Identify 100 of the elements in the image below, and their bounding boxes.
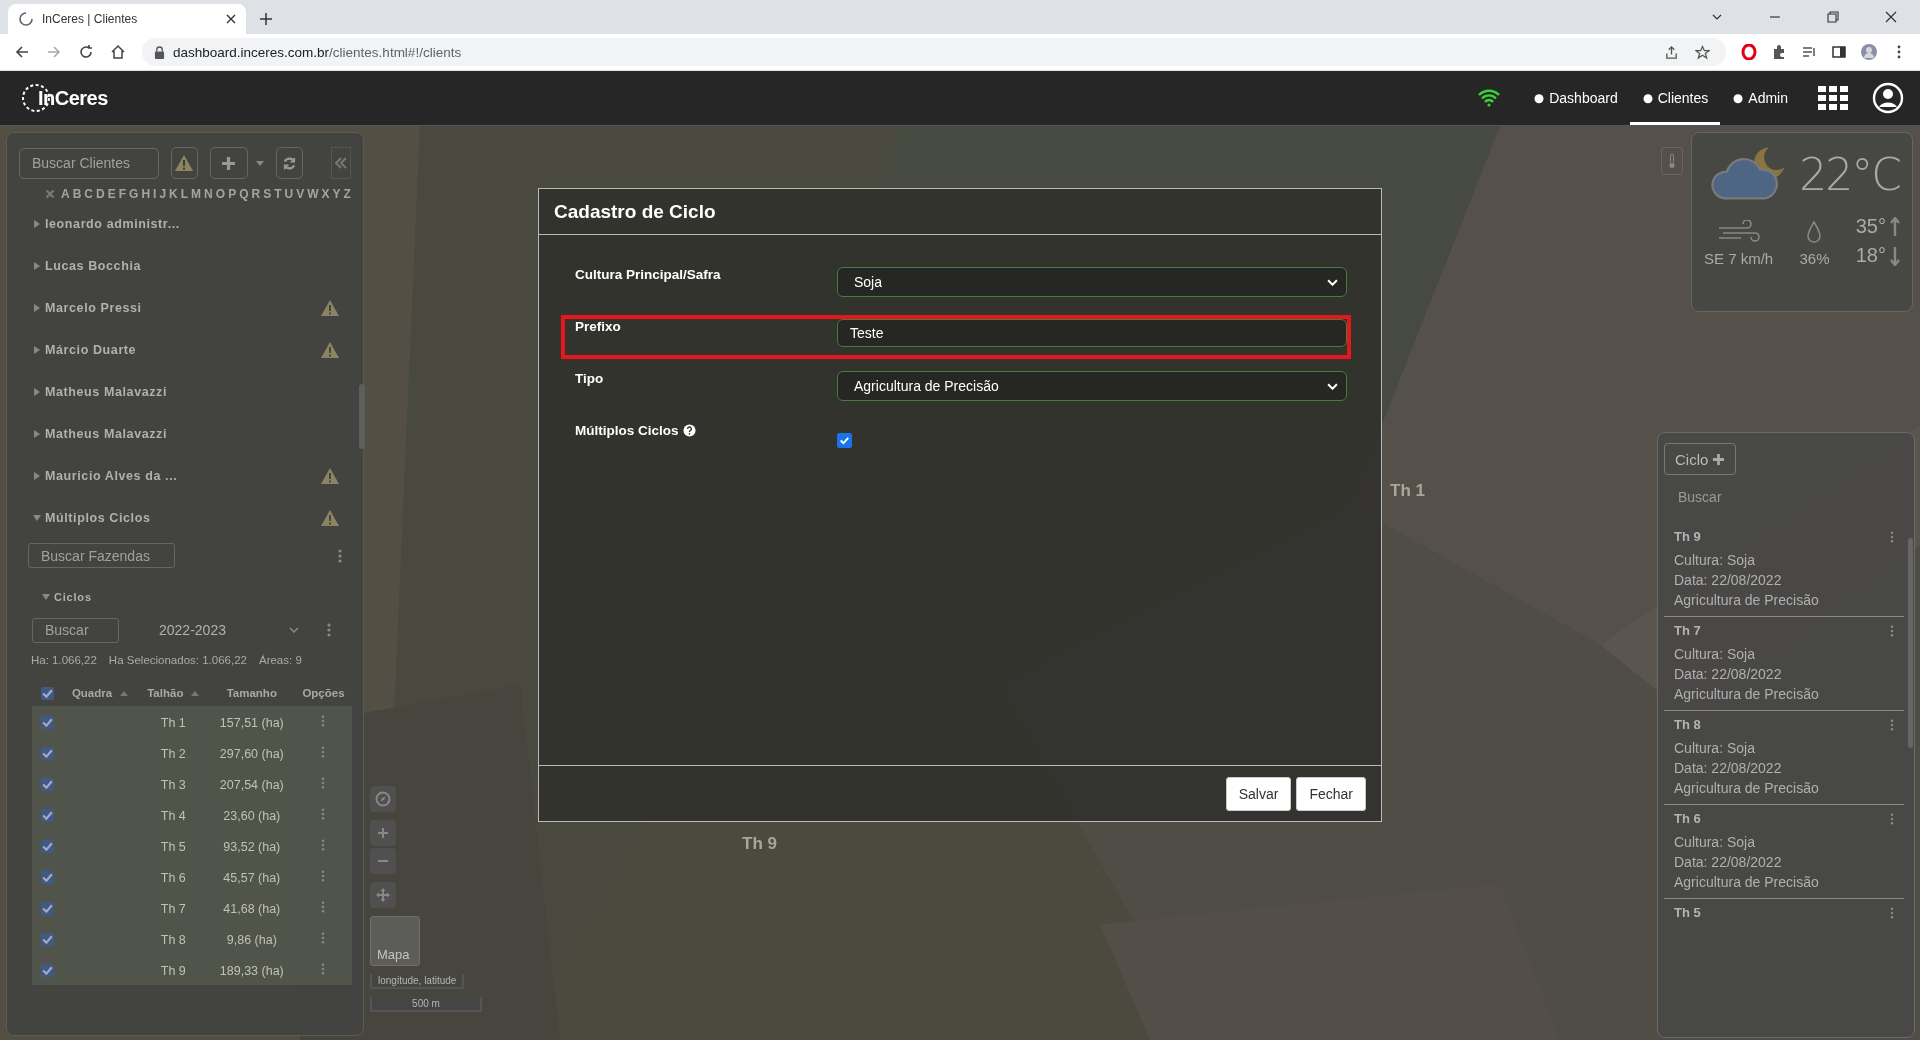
letter-link[interactable]: G bbox=[129, 187, 139, 201]
farm-search-field[interactable]: Buscar Fazendas bbox=[28, 543, 175, 568]
column-header[interactable]: Tamanho bbox=[226, 687, 277, 699]
kebab-icon[interactable] bbox=[321, 931, 326, 944]
letter-link[interactable]: R bbox=[251, 187, 261, 201]
kebab-icon[interactable] bbox=[1890, 530, 1894, 543]
letter-link[interactable]: N bbox=[204, 187, 213, 201]
letter-link[interactable]: Z bbox=[343, 187, 351, 201]
letter-link[interactable]: T bbox=[274, 187, 282, 201]
kebab-icon[interactable] bbox=[321, 714, 326, 727]
help-icon[interactable] bbox=[682, 424, 696, 437]
row-checkbox[interactable] bbox=[40, 777, 54, 791]
close-icon[interactable] bbox=[226, 14, 236, 24]
row-checkbox[interactable] bbox=[40, 963, 54, 977]
kebab-icon[interactable] bbox=[321, 900, 326, 913]
letter-link[interactable]: W bbox=[307, 187, 319, 201]
clear-icon[interactable] bbox=[45, 189, 55, 199]
cycle-detail: Data: 22/08/2022 bbox=[1674, 760, 1783, 776]
dialog-button[interactable]: Fechar bbox=[1296, 776, 1366, 811]
kebab-icon[interactable] bbox=[321, 776, 326, 789]
app-logo[interactable]: InCeres bbox=[38, 86, 108, 110]
search-field[interactable]: Buscar bbox=[32, 617, 119, 643]
cycle-title[interactable]: Th 5 bbox=[1674, 905, 1701, 920]
new-tab-icon[interactable] bbox=[260, 13, 272, 25]
cycle-title[interactable]: Th 9 bbox=[1674, 529, 1701, 544]
letter-link[interactable]: H bbox=[141, 187, 151, 201]
thermometer-button[interactable] bbox=[1661, 147, 1683, 175]
cycle-title[interactable]: Th 6 bbox=[1674, 811, 1701, 826]
row-checkbox[interactable] bbox=[40, 746, 54, 760]
letter-link[interactable]: D bbox=[96, 187, 105, 201]
kebab-icon[interactable] bbox=[1890, 718, 1894, 731]
row-checkbox[interactable] bbox=[40, 808, 54, 822]
kebab-icon[interactable] bbox=[1890, 812, 1894, 825]
letter-link[interactable]: I bbox=[153, 187, 157, 201]
warning-button[interactable] bbox=[171, 147, 198, 179]
add-cycle-button[interactable]: Ciclo bbox=[1664, 443, 1737, 475]
column-header[interactable]: Opções bbox=[302, 687, 345, 699]
letter-link[interactable]: Q bbox=[239, 187, 249, 201]
caret-icon[interactable] bbox=[256, 160, 264, 166]
kebab-icon[interactable] bbox=[321, 807, 326, 820]
kebab-icon[interactable] bbox=[321, 745, 326, 758]
row-checkbox[interactable] bbox=[40, 715, 54, 729]
kebab-icon[interactable] bbox=[1890, 906, 1894, 919]
nav-link[interactable]: Dashboard bbox=[1521, 71, 1630, 125]
refresh-button[interactable] bbox=[276, 147, 303, 179]
kebab-icon[interactable] bbox=[338, 548, 342, 563]
letter-link[interactable]: K bbox=[169, 187, 178, 201]
text-field[interactable]: Teste bbox=[837, 319, 1347, 347]
letter-link[interactable]: B bbox=[72, 187, 82, 201]
dialog-title: Cadastro de Ciclo bbox=[554, 200, 716, 223]
letter-link[interactable]: X bbox=[321, 187, 330, 201]
compass-button[interactable] bbox=[370, 786, 396, 812]
table-cell: 207,54 (ha) bbox=[219, 777, 284, 792]
letter-link[interactable]: A bbox=[61, 187, 70, 201]
letter-link[interactable]: L bbox=[180, 187, 189, 201]
letter-link[interactable]: P bbox=[228, 187, 237, 201]
letter-link[interactable]: S bbox=[263, 187, 272, 201]
column-header[interactable]: Quadra bbox=[71, 687, 129, 699]
apps-grid-icon[interactable] bbox=[1818, 86, 1848, 110]
map-layer-button[interactable]: Mapa bbox=[370, 916, 420, 966]
checkbox[interactable] bbox=[837, 433, 852, 448]
dialog-button[interactable]: Salvar bbox=[1225, 776, 1292, 811]
address-field[interactable]: dashboard.inceres.com.br/clientes.html#!/clients bbox=[142, 38, 1726, 66]
collapse-button[interactable] bbox=[330, 147, 351, 179]
letter-link[interactable]: U bbox=[284, 187, 294, 201]
kebab-icon[interactable] bbox=[1890, 624, 1894, 637]
letter-link[interactable]: C bbox=[84, 187, 93, 201]
season-select[interactable]: 2022-2023 bbox=[141, 616, 305, 644]
letter-link[interactable]: E bbox=[107, 187, 116, 201]
row-checkbox[interactable] bbox=[40, 839, 54, 853]
select-field[interactable]: Soja bbox=[837, 267, 1347, 297]
row-checkbox[interactable] bbox=[40, 901, 54, 915]
browser-tab[interactable]: InCeres | Clientes bbox=[8, 4, 246, 34]
letter-link[interactable]: J bbox=[159, 187, 167, 201]
kebab-icon[interactable] bbox=[321, 869, 326, 882]
zoom-in-button[interactable] bbox=[370, 820, 396, 846]
column-header[interactable]: Talhão bbox=[147, 687, 200, 699]
scrollbar[interactable] bbox=[359, 384, 365, 449]
kebab-icon[interactable] bbox=[327, 623, 331, 637]
letter-link[interactable]: M bbox=[191, 187, 202, 201]
pan-button[interactable] bbox=[370, 882, 396, 908]
letter-link[interactable]: Y bbox=[332, 187, 341, 201]
row-checkbox[interactable] bbox=[40, 932, 54, 946]
search-field[interactable]: Buscar bbox=[1678, 489, 1798, 505]
scrollbar[interactable] bbox=[1908, 538, 1913, 748]
zoom-out-button[interactable] bbox=[370, 848, 396, 874]
nav-link[interactable]: Admin bbox=[1720, 71, 1800, 125]
letter-link[interactable]: F bbox=[118, 187, 127, 201]
cycle-title[interactable]: Th 8 bbox=[1674, 717, 1701, 732]
user-icon[interactable] bbox=[1872, 82, 1904, 114]
cycle-title[interactable]: Th 7 bbox=[1674, 623, 1701, 638]
search-field[interactable]: Buscar Clientes bbox=[19, 147, 159, 179]
select-all-checkbox[interactable] bbox=[40, 686, 54, 700]
letter-link[interactable]: V bbox=[296, 187, 305, 201]
add-button[interactable] bbox=[210, 147, 248, 179]
kebab-icon[interactable] bbox=[321, 962, 326, 975]
kebab-icon[interactable] bbox=[321, 838, 326, 851]
letter-link[interactable]: O bbox=[215, 187, 226, 201]
select-field[interactable]: Agricultura de Precisão bbox=[837, 371, 1347, 401]
row-checkbox[interactable] bbox=[40, 870, 54, 884]
